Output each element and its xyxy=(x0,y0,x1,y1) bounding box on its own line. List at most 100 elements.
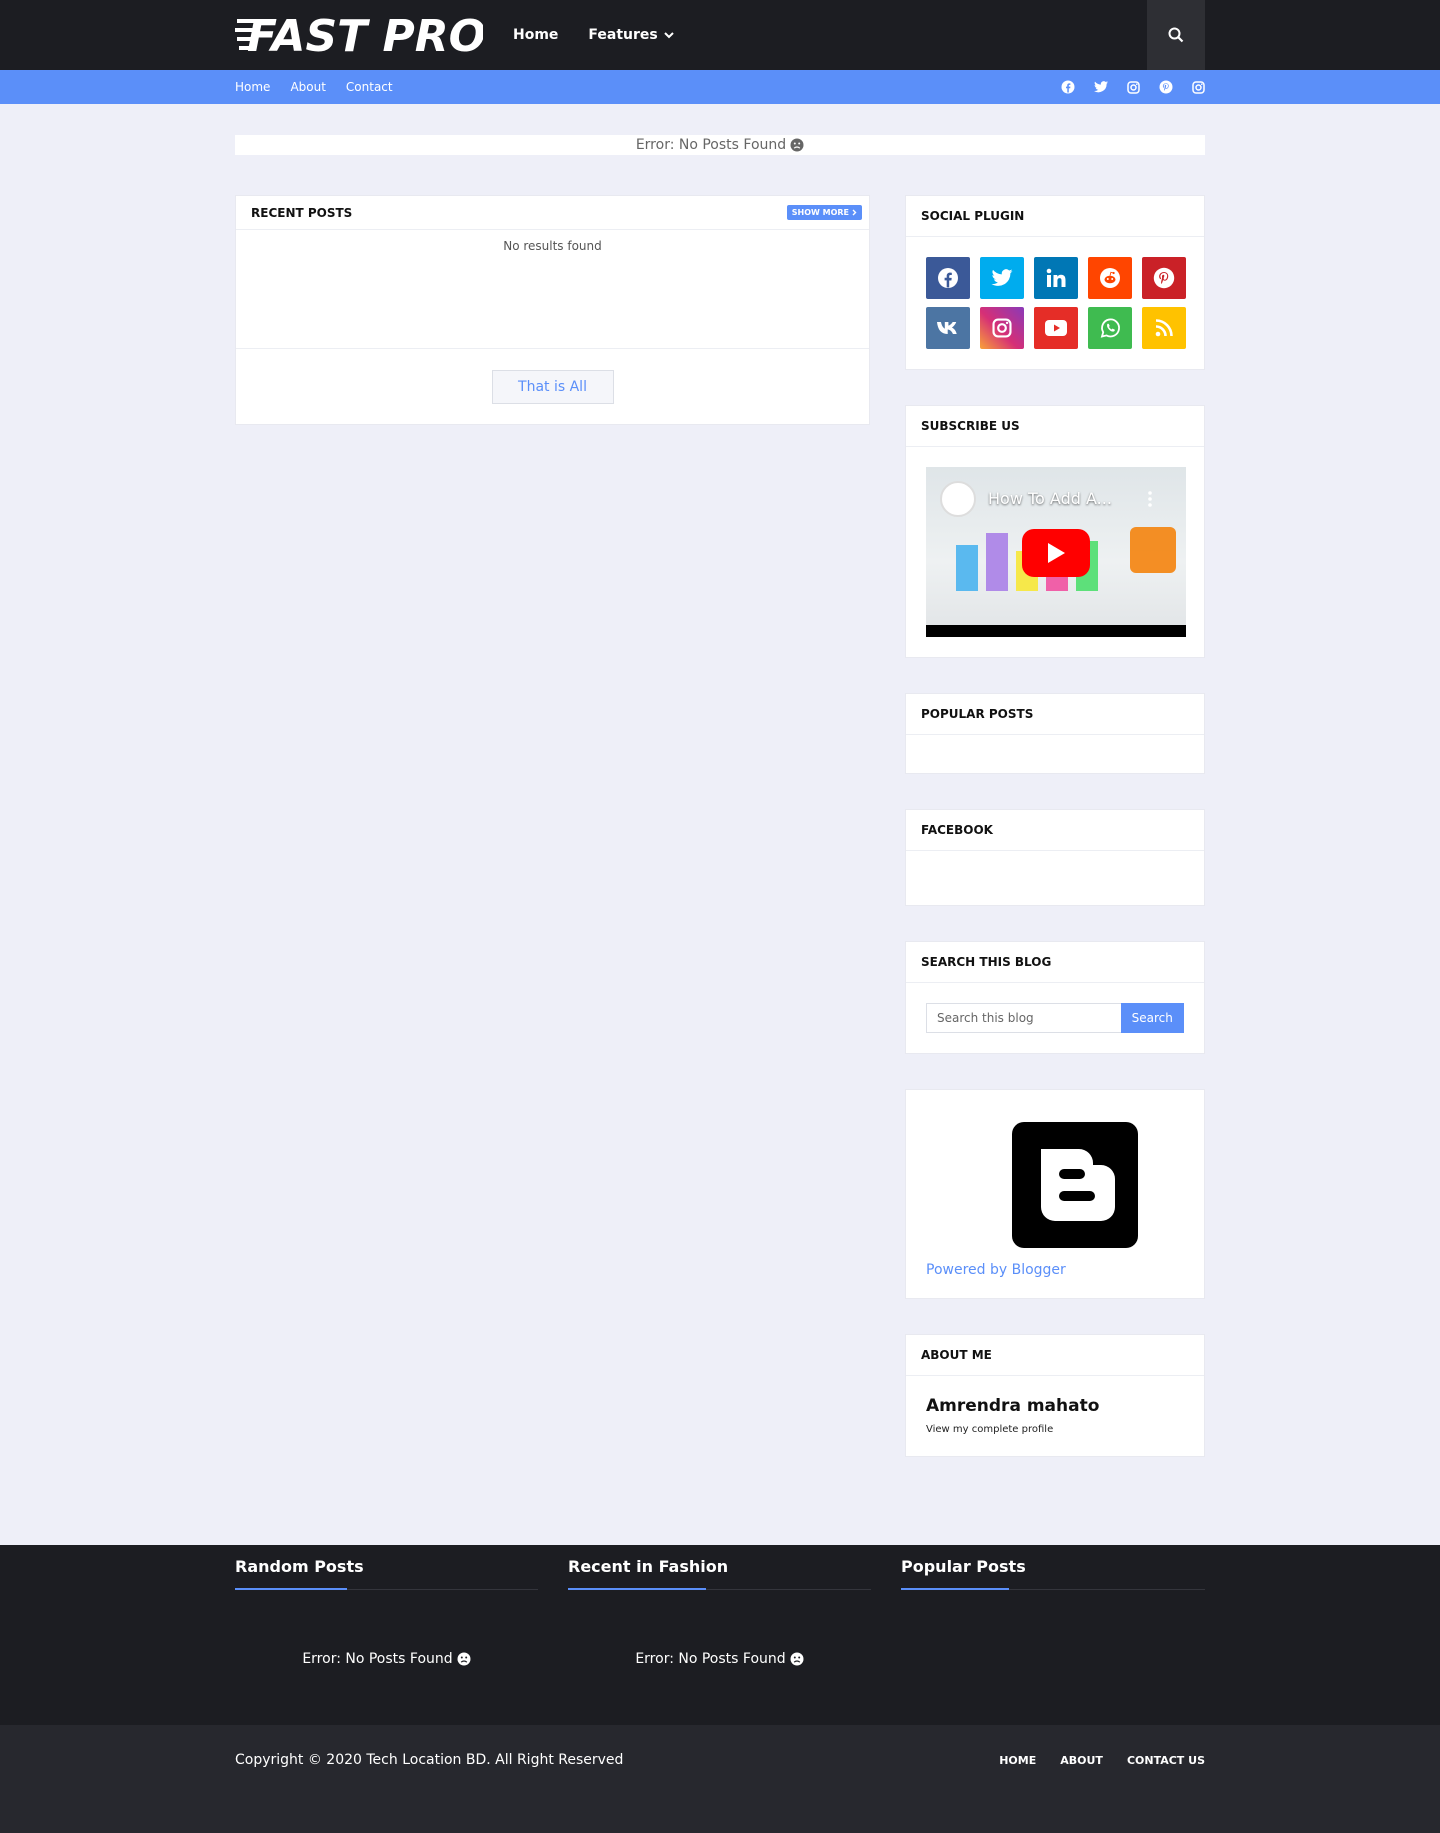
footer-error-text: Error: No Posts Found xyxy=(635,1651,786,1667)
reddit-icon xyxy=(1100,268,1120,288)
search-icon xyxy=(1168,27,1184,43)
linkedin-button[interactable] xyxy=(1034,257,1078,299)
vk-button[interactable] xyxy=(926,307,970,349)
instagram-icon[interactable] xyxy=(1192,80,1205,94)
social-plugin-title: SOCIAL PLUGIN xyxy=(906,196,1204,237)
nav-home-label: Home xyxy=(513,27,559,43)
youtube-icon xyxy=(1045,320,1067,336)
footer-col-title: Popular Posts xyxy=(901,1557,1026,1576)
vk-icon xyxy=(937,322,957,334)
twitter-icon xyxy=(991,269,1013,286)
search-widget: SEARCH THIS BLOG Search this blog Search xyxy=(905,941,1205,1054)
footer-nav-about[interactable]: ABOUT xyxy=(1060,1754,1103,1767)
author-name[interactable]: Amrendra mahato xyxy=(926,1396,1184,1416)
whatsapp-icon xyxy=(1100,318,1120,338)
copyright-text: Copyright © 2020 Tech Location BD. All R… xyxy=(235,1752,624,1768)
secondary-nav-bar: Home About Contact xyxy=(0,70,1440,104)
channel-avatar xyxy=(940,481,976,517)
about-title: ABOUT ME xyxy=(906,1335,1204,1376)
facebook-icon xyxy=(938,268,958,288)
logo-image: FAST PRO xyxy=(235,15,483,55)
blogger-widget: Powered by Blogger xyxy=(905,1089,1205,1299)
subnav-about[interactable]: About xyxy=(290,80,325,94)
twitter-icon[interactable] xyxy=(1094,81,1108,93)
social-plugin-widget: SOCIAL PLUGIN xyxy=(905,195,1205,370)
facebook-icon[interactable] xyxy=(1061,80,1075,94)
search-submit-button[interactable]: Search xyxy=(1120,1003,1184,1033)
chevron-down-icon xyxy=(664,31,674,38)
footer-recent-fashion: Recent in Fashion Error: No Posts Found xyxy=(568,1545,871,1667)
recent-posts-widget: RECENT POSTS SHOW MORE No results found … xyxy=(235,195,870,425)
footer-nav: HOME ABOUT CONTACT US xyxy=(999,1725,1205,1795)
footer-random-posts: Random Posts Error: No Posts Found xyxy=(235,1545,538,1667)
sad-face-icon xyxy=(790,138,804,152)
powered-by-blogger-link[interactable]: Powered by Blogger xyxy=(926,1262,1066,1278)
no-results-text: No results found xyxy=(236,230,869,349)
footer-col-title: Recent in Fashion xyxy=(568,1557,729,1576)
show-more-button[interactable]: SHOW MORE xyxy=(786,205,862,220)
show-more-label: SHOW MORE xyxy=(791,208,849,217)
search-title: SEARCH THIS BLOG xyxy=(906,942,1204,983)
error-bar: Error: No Posts Found xyxy=(235,135,1205,155)
pinterest-icon xyxy=(1153,267,1175,289)
popular-posts-body xyxy=(906,735,1204,773)
footer-error: Error: No Posts Found xyxy=(568,1651,871,1667)
twitter-button[interactable] xyxy=(980,257,1024,299)
search-button[interactable] xyxy=(1147,0,1205,70)
search-input[interactable]: Search this blog xyxy=(926,1003,1121,1033)
footer-nav-contact[interactable]: CONTACT US xyxy=(1127,1754,1205,1767)
reddit-button[interactable] xyxy=(1088,257,1132,299)
nav-home[interactable]: Home xyxy=(513,27,558,43)
facebook-title: FACEBOOK xyxy=(906,810,1204,851)
whatsapp-button[interactable] xyxy=(1088,307,1132,349)
blogger-b-glyph xyxy=(1041,1149,1115,1221)
more-vert-icon[interactable] xyxy=(1148,491,1152,507)
main-nav: Home Features xyxy=(513,27,704,43)
video-title: How To Add A... xyxy=(988,489,1112,508)
instagram-icon[interactable] xyxy=(1127,80,1140,94)
subscribe-title: SUBSCRIBE US xyxy=(906,406,1204,447)
rss-button[interactable] xyxy=(1142,307,1186,349)
sad-face-icon xyxy=(790,1652,804,1666)
footer-col-title: Random Posts xyxy=(235,1557,364,1576)
youtube-button[interactable] xyxy=(1034,307,1078,349)
subnav-contact[interactable]: Contact xyxy=(346,80,393,94)
nav-features-label: Features xyxy=(588,27,658,43)
nav-features[interactable]: Features xyxy=(588,27,674,43)
site-logo[interactable]: FAST PRO xyxy=(235,0,483,70)
blogger-badge-icon xyxy=(1130,527,1176,573)
instagram-icon xyxy=(992,318,1012,338)
social-grid xyxy=(906,237,1204,369)
subscribe-widget: SUBSCRIBE US How To Add A... xyxy=(905,405,1205,658)
that-is-all-button[interactable]: That is All xyxy=(491,369,614,404)
instagram-button[interactable] xyxy=(980,307,1024,349)
blogger-logo-icon[interactable] xyxy=(1012,1122,1138,1248)
search-form: Search this blog Search xyxy=(906,983,1204,1053)
footer-nav-home[interactable]: HOME xyxy=(999,1754,1036,1767)
linkedin-icon xyxy=(1046,268,1066,287)
youtube-video-embed[interactable]: How To Add A... xyxy=(926,467,1186,637)
facebook-button[interactable] xyxy=(926,257,970,299)
facebook-widget: FACEBOOK xyxy=(905,809,1205,906)
recent-posts-title: RECENT POSTS xyxy=(251,205,353,220)
footer-error: Error: No Posts Found xyxy=(235,1651,538,1667)
footer-error-text: Error: No Posts Found xyxy=(302,1651,453,1667)
popular-posts-widget: POPULAR POSTS xyxy=(905,693,1205,774)
rss-icon xyxy=(1155,319,1173,337)
popular-posts-title: POPULAR POSTS xyxy=(906,694,1204,735)
subnav-home[interactable]: Home xyxy=(235,80,270,94)
chevron-right-icon xyxy=(852,209,857,216)
pinterest-button[interactable] xyxy=(1142,257,1186,299)
about-me-widget: ABOUT ME Amrendra mahato View my complet… xyxy=(905,1334,1205,1457)
top-social-links xyxy=(1061,70,1205,104)
footer-popular-posts: Popular Posts xyxy=(901,1545,1205,1667)
facebook-body xyxy=(906,851,1204,905)
play-button[interactable] xyxy=(1022,529,1090,577)
logo-text: FAST PRO xyxy=(247,15,483,55)
top-header: FAST PRO Home Features xyxy=(0,0,1440,70)
sad-face-icon xyxy=(457,1652,471,1666)
error-text: Error: No Posts Found xyxy=(635,137,787,153)
view-profile-link[interactable]: View my complete profile xyxy=(926,1424,1184,1435)
footer-widgets: Random Posts Error: No Posts Found Recen… xyxy=(0,1545,1440,1725)
pinterest-icon[interactable] xyxy=(1159,80,1173,94)
